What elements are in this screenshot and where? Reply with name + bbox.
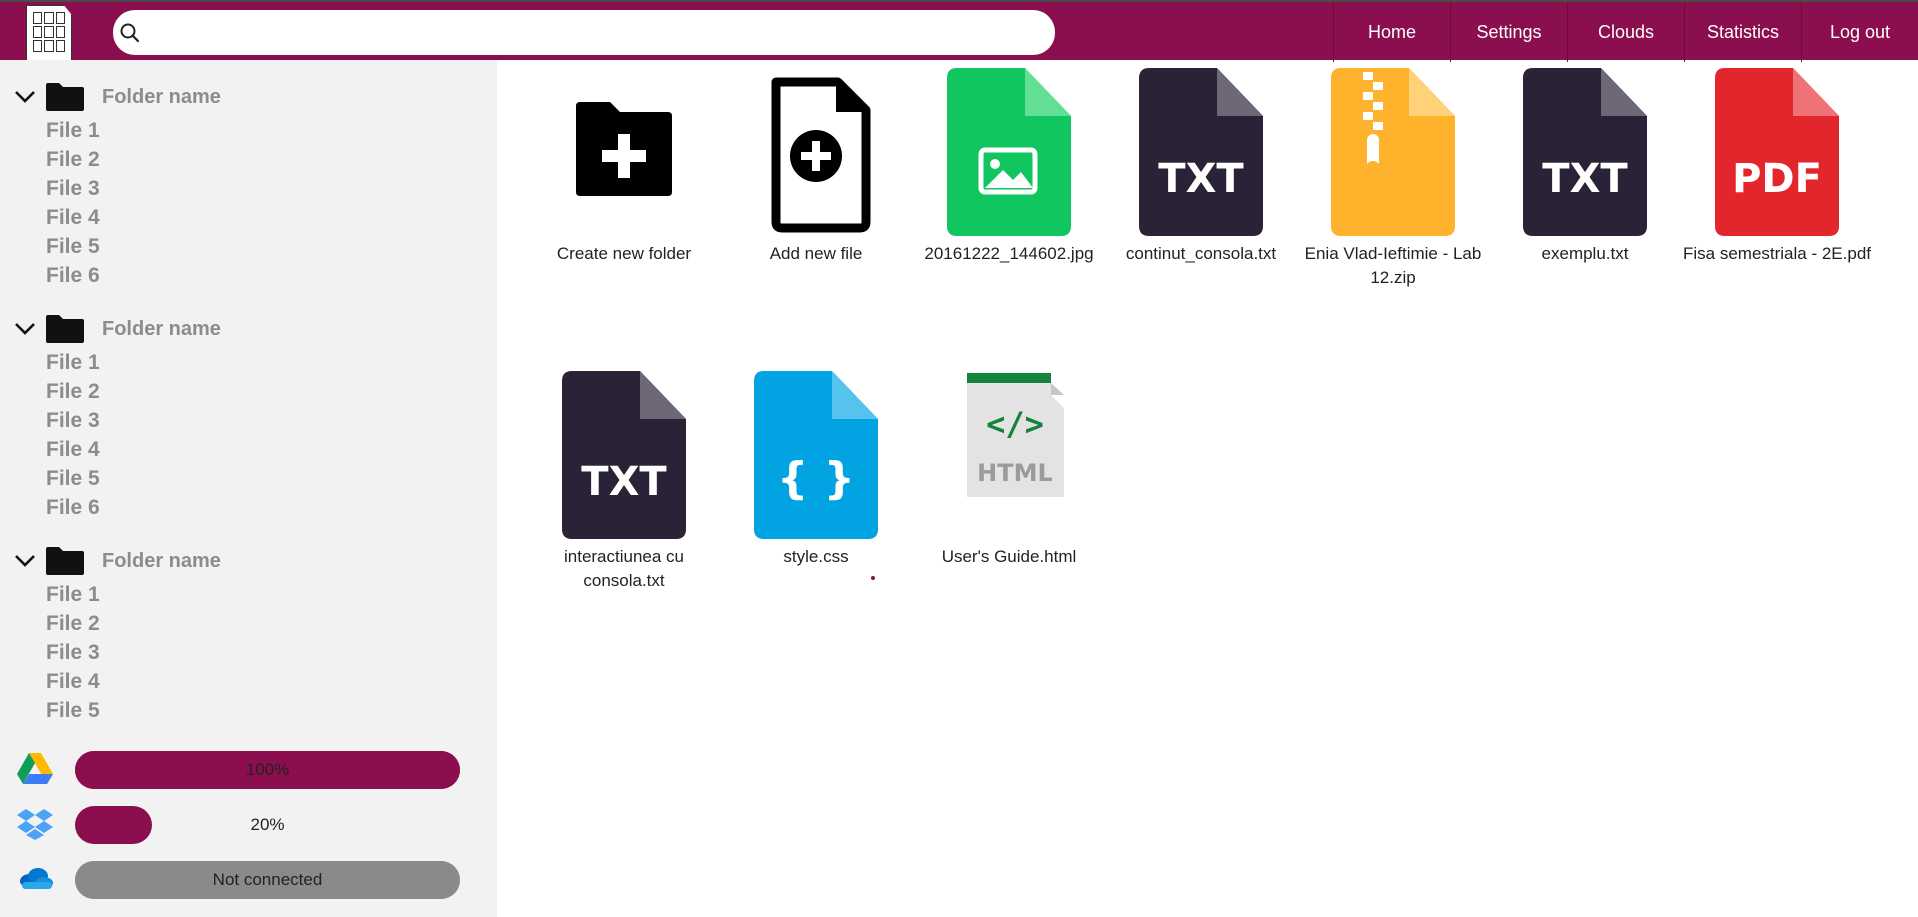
- nav-statistics[interactable]: Statistics: [1684, 2, 1801, 62]
- sidebar-file-item[interactable]: File 2: [46, 610, 100, 638]
- folder-name: Folder name: [102, 85, 221, 108]
- search-icon: [120, 23, 140, 43]
- chevron-down-icon[interactable]: [14, 90, 36, 104]
- folder-icon: [46, 315, 84, 343]
- storage-bar-text: 20%: [250, 815, 285, 834]
- storage-bar-track: 20%: [75, 806, 460, 844]
- image-file-icon: [947, 68, 1071, 236]
- nav-clouds[interactable]: Clouds: [1567, 2, 1684, 62]
- file-badge: TXT: [1158, 156, 1244, 202]
- sidebar-file-item[interactable]: File 1: [46, 349, 100, 377]
- sidebar-file-item[interactable]: File 1: [46, 117, 100, 145]
- storage-bar-text: 100%: [245, 760, 290, 779]
- folder-item[interactable]: Folder name: [14, 546, 221, 576]
- storage-bar-track: 100%: [75, 751, 460, 789]
- tile-label: Add new file: [769, 244, 863, 263]
- txt-file-icon: TXT: [1523, 68, 1647, 236]
- nav-home[interactable]: Home: [1333, 2, 1450, 62]
- sidebar-file-item[interactable]: File 1: [46, 581, 100, 609]
- tile-label: Enia Vlad-Ieftimie - Lab 12.zip: [1304, 244, 1482, 287]
- file-badge: { }: [777, 453, 855, 504]
- nav-settings[interactable]: Settings: [1450, 2, 1567, 62]
- create-folder-icon: [576, 102, 672, 196]
- tile-label: continut_consola.txt: [1125, 244, 1277, 263]
- folder-item[interactable]: Folder name: [14, 82, 221, 112]
- file-badge: PDF: [1732, 156, 1822, 202]
- sidebar-file-item[interactable]: File 6: [46, 262, 100, 290]
- pdf-file-icon: PDF: [1715, 68, 1839, 236]
- folder-item[interactable]: Folder name: [14, 314, 221, 344]
- sidebar: Folder name File 1 File 2 File 3 File 4 …: [0, 60, 497, 917]
- file-badge: TXT: [581, 459, 667, 505]
- sidebar-file-item[interactable]: File 2: [46, 146, 100, 174]
- tile-label: User's Guide.html: [941, 547, 1077, 566]
- google-drive-icon: [17, 753, 53, 784]
- tile-label: style.css: [783, 547, 849, 566]
- txt-file-icon: TXT: [1139, 68, 1263, 236]
- cloud-storage-dropbox[interactable]: 20%: [16, 805, 466, 845]
- css-file-icon: { }: [754, 371, 878, 539]
- cursor-dot: [871, 576, 875, 580]
- chevron-down-icon[interactable]: [14, 322, 36, 336]
- top-bar: Home Settings Clouds Statistics Log out: [0, 0, 1918, 62]
- sidebar-file-item[interactable]: File 6: [46, 494, 100, 522]
- html-file-icon: </> HTML: [967, 373, 1064, 497]
- svg-text:</>: </>: [986, 405, 1044, 443]
- cloud-storage-google-drive[interactable]: 100%: [16, 750, 466, 790]
- search-input[interactable]: [113, 10, 1055, 55]
- folder-icon: [46, 83, 84, 111]
- tile-label: Create new folder: [556, 244, 692, 263]
- file-badge: HTML: [977, 459, 1053, 487]
- onedrive-icon: [20, 868, 53, 889]
- txt-file-icon: TXT: [562, 371, 686, 539]
- tile-label: Fisa semestriala - 2E.pdf: [1682, 244, 1871, 263]
- app-logo-icon[interactable]: [26, 5, 72, 61]
- sidebar-file-item[interactable]: File 3: [46, 639, 100, 667]
- sidebar-file-item[interactable]: File 4: [46, 668, 100, 696]
- main-nav: Home Settings Clouds Statistics Log out: [1333, 2, 1918, 62]
- dropbox-icon: [17, 809, 53, 840]
- sidebar-file-item[interactable]: File 4: [46, 436, 100, 464]
- folder-name: Folder name: [102, 549, 221, 572]
- zip-file-icon: [1331, 68, 1455, 236]
- tile-label: exemplu.txt: [1541, 244, 1629, 263]
- folder-name: Folder name: [102, 317, 221, 340]
- cloud-storage-onedrive[interactable]: Not connected: [16, 860, 466, 900]
- add-file-icon: [771, 77, 871, 233]
- sidebar-file-item[interactable]: File 5: [46, 697, 100, 725]
- nav-log-out[interactable]: Log out: [1801, 2, 1918, 62]
- sidebar-file-item[interactable]: File 5: [46, 465, 100, 493]
- chevron-down-icon[interactable]: [14, 554, 36, 568]
- sidebar-file-item[interactable]: File 4: [46, 204, 100, 232]
- file-badge: TXT: [1542, 156, 1628, 202]
- sidebar-file-item[interactable]: File 3: [46, 175, 100, 203]
- sidebar-file-item[interactable]: File 2: [46, 378, 100, 406]
- tile-label: interactiunea cu consola.txt: [563, 547, 685, 590]
- folder-icon: [46, 547, 84, 575]
- sidebar-file-item[interactable]: File 5: [46, 233, 100, 261]
- storage-bar-track: Not connected: [75, 861, 460, 899]
- tile-label: 20161222_144602.jpg: [924, 244, 1094, 263]
- sidebar-file-item[interactable]: File 3: [46, 407, 100, 435]
- storage-bar-text: Not connected: [212, 870, 323, 889]
